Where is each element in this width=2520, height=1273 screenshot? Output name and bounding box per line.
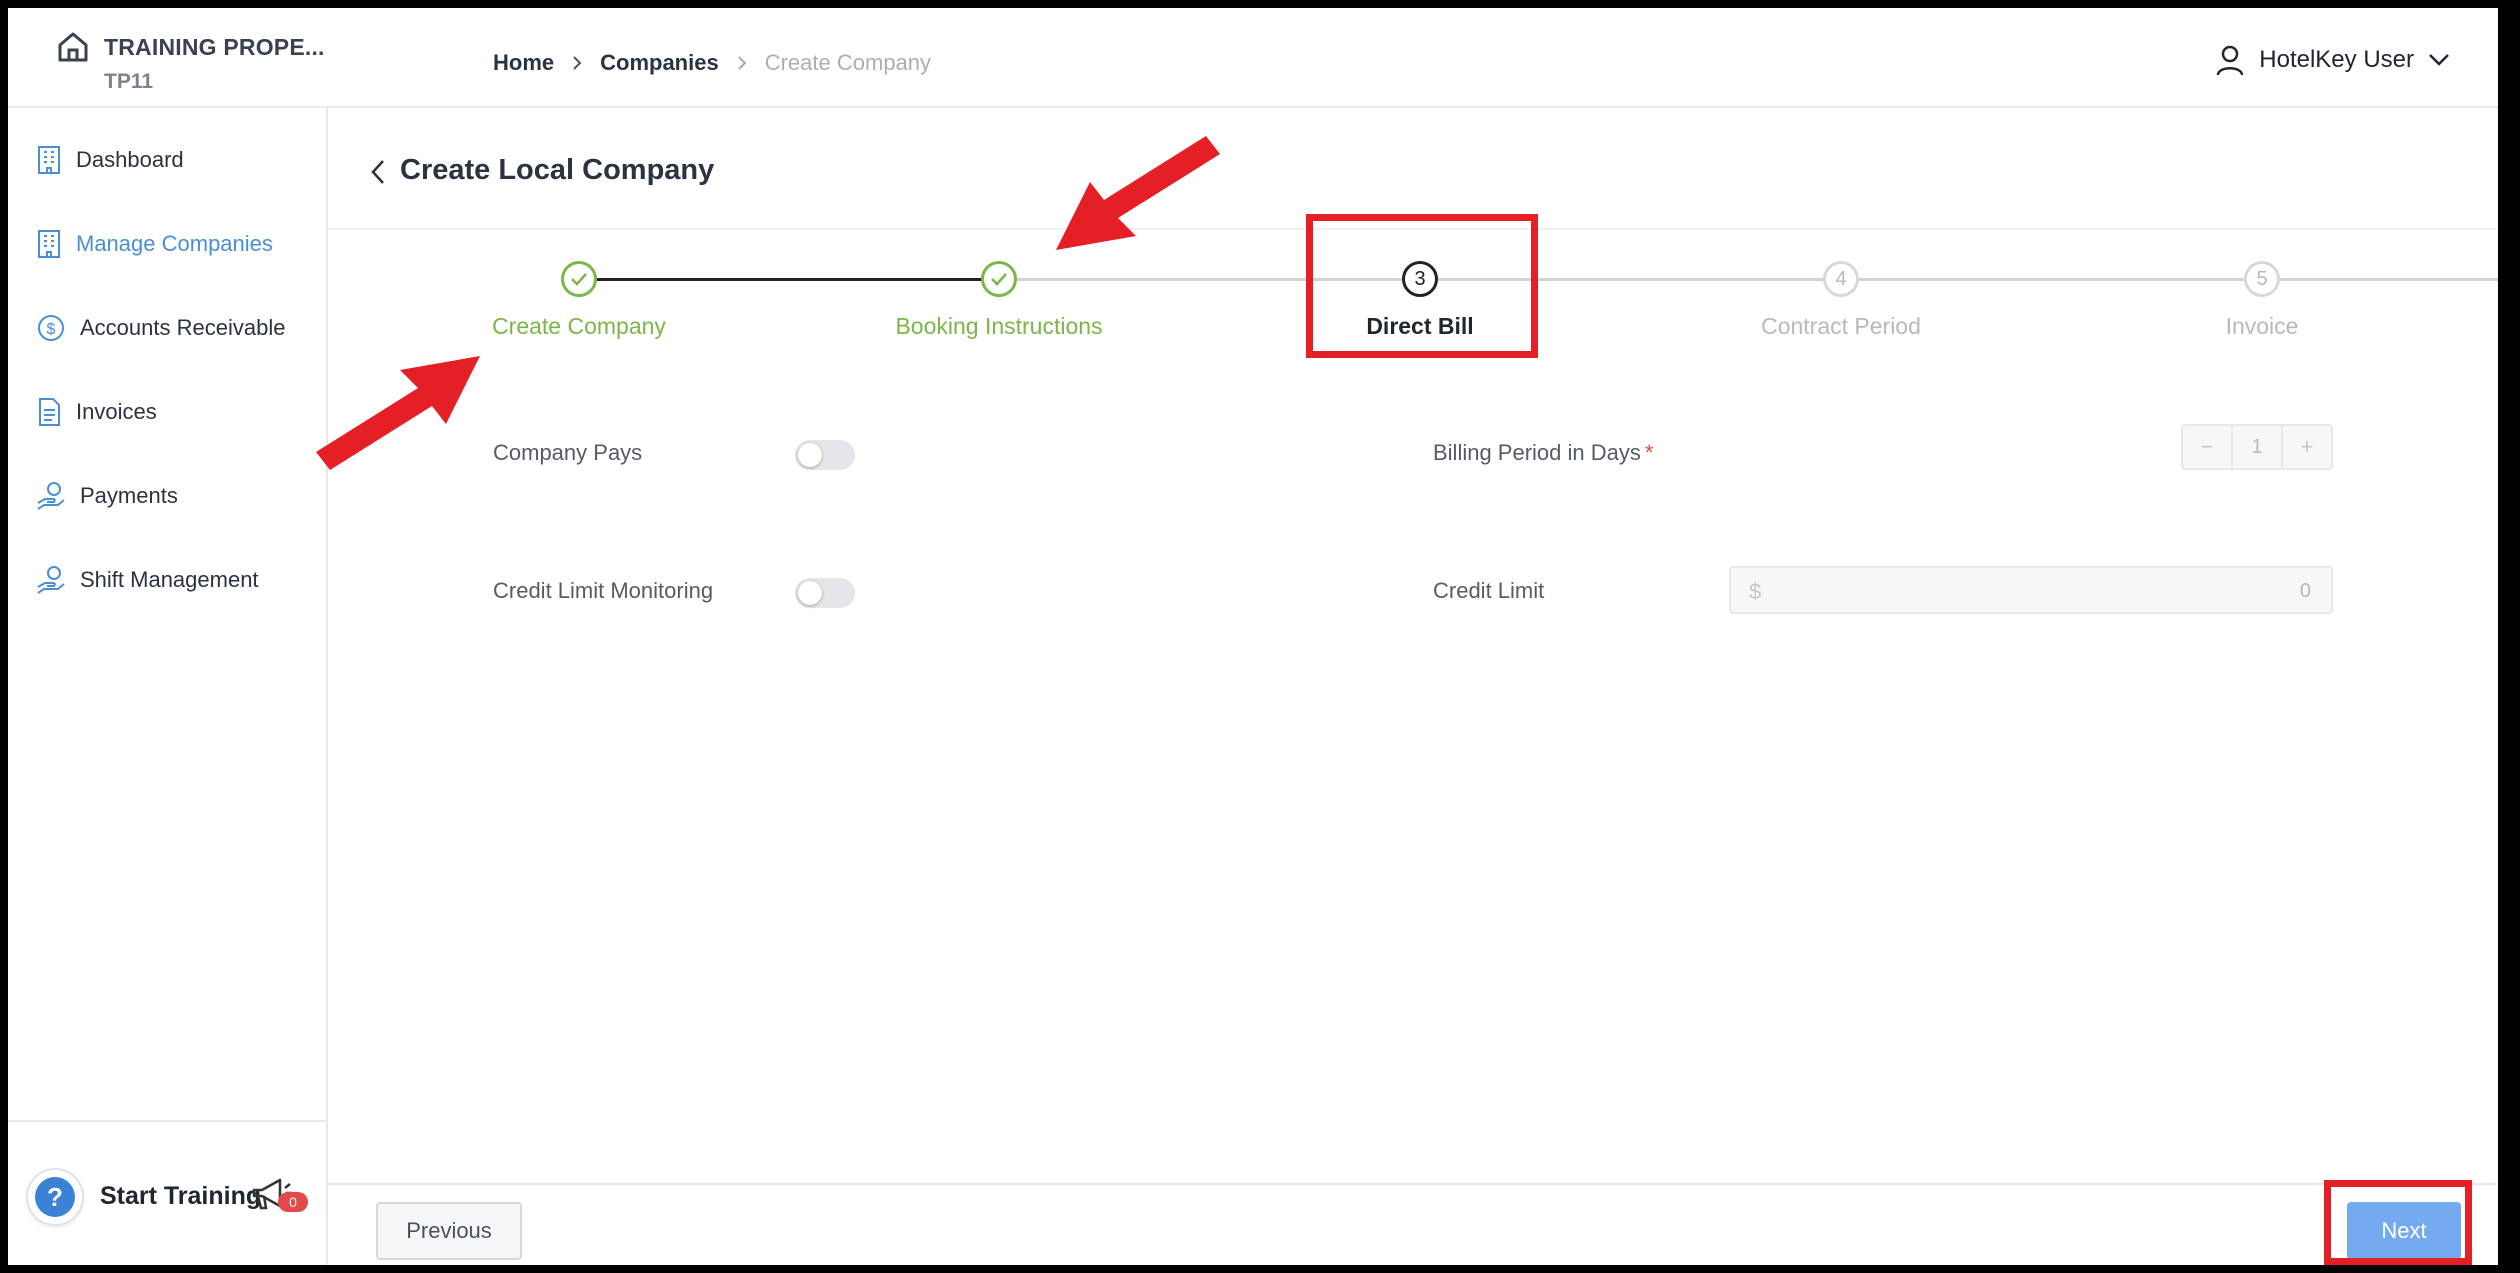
hand-coin-icon	[37, 566, 65, 594]
step-invoice[interactable]: 5 Invoice	[2112, 248, 2412, 340]
direct-bill-highlight-box	[1306, 214, 1538, 358]
credit-limit-input[interactable]: $ 0	[1729, 566, 2333, 614]
hand-coin-icon	[37, 482, 65, 510]
company-pays-toggle[interactable]	[795, 440, 855, 470]
step-number: 5	[2244, 261, 2280, 297]
page-title: Create Local Company	[400, 154, 715, 186]
sidebar-item-label: Shift Management	[80, 567, 259, 592]
credit-limit-value: 0	[2299, 580, 2311, 602]
chevron-down-icon	[2429, 54, 2449, 66]
credit-limit-monitoring-label: Credit Limit Monitoring	[493, 578, 714, 603]
required-marker: *	[1644, 440, 1654, 465]
chevron-right-icon	[573, 56, 582, 70]
billing-period-label: Billing Period in Days *	[1433, 440, 1653, 466]
svg-text:$: $	[47, 321, 56, 338]
toggle-knob	[798, 581, 822, 605]
question-icon: ?	[35, 1177, 75, 1217]
property-code: TP11	[104, 70, 154, 93]
increment-button[interactable]: +	[2283, 426, 2331, 468]
breadcrumb: Home Companies Create Company	[493, 50, 931, 76]
step-label: Booking Instructions	[895, 313, 1103, 339]
company-pays-label: Company Pays	[493, 440, 643, 465]
action-bar: Previous Next	[328, 1183, 2498, 1265]
building-icon	[38, 230, 60, 258]
home-icon	[58, 32, 88, 62]
sidebar-item-label: Payments	[80, 483, 178, 508]
notification-badge: 0	[278, 1192, 308, 1212]
step-label: Contract Period	[1761, 313, 1921, 339]
user-name: HotelKey User	[2259, 46, 2414, 73]
user-icon	[2217, 45, 2244, 76]
top-header: TRAINING PROPE... TP11 Home Companies Cr…	[8, 8, 2498, 108]
step-contract-period[interactable]: 4 Contract Period	[1691, 248, 1991, 340]
billing-period-value[interactable]: 1	[2231, 426, 2283, 468]
decrement-button[interactable]: −	[2183, 426, 2231, 468]
previous-button[interactable]: Previous	[376, 1202, 522, 1260]
currency-symbol: $	[1749, 579, 1762, 604]
sidebar-item-manage-companies[interactable]: Manage Companies	[36, 224, 273, 264]
dollar-circle-icon: $	[38, 315, 64, 341]
billing-period-stepper[interactable]: − 1 +	[2181, 424, 2333, 470]
breadcrumb-current: Create Company	[764, 50, 932, 75]
sidebar-item-dashboard[interactable]: Dashboard	[36, 140, 184, 180]
sidebar-item-label: Accounts Receivable	[80, 315, 286, 340]
property-name: TRAINING PROPE...	[104, 34, 325, 60]
step-create-company[interactable]: Create Company	[429, 248, 729, 340]
billing-period-label-text: Billing Period in Days	[1433, 440, 1641, 465]
toggle-knob	[798, 443, 822, 467]
sidebar-item-payments[interactable]: Payments	[36, 476, 178, 516]
credit-limit-monitoring-toggle[interactable]	[795, 578, 855, 608]
sidebar-item-label: Manage Companies	[76, 231, 273, 256]
page-header: Create Local Company	[328, 108, 2498, 230]
building-icon	[38, 146, 60, 174]
arrow-annotation-icon	[1056, 136, 1220, 250]
user-menu[interactable]: HotelKey User	[2215, 44, 2450, 76]
breadcrumb-home[interactable]: Home	[493, 50, 554, 76]
start-training-button[interactable]: Start Training	[100, 1182, 261, 1211]
sidebar-item-label: Dashboard	[76, 147, 184, 172]
check-icon	[561, 261, 597, 297]
back-chevron-icon[interactable]	[368, 158, 388, 186]
help-button[interactable]: ?	[26, 1168, 84, 1226]
next-button-highlight-box	[2324, 1180, 2472, 1265]
document-icon	[39, 398, 60, 426]
step-label: Invoice	[2225, 313, 2299, 339]
sidebar-item-label: Invoices	[76, 399, 157, 424]
sidebar-item-accounts-receivable[interactable]: $ Accounts Receivable	[36, 308, 285, 348]
breadcrumb-companies[interactable]: Companies	[600, 50, 719, 76]
step-booking-instructions[interactable]: Booking Instructions	[849, 248, 1149, 340]
chevron-right-icon	[738, 56, 747, 70]
check-icon	[981, 261, 1017, 297]
sidebar: Dashboard Manage Companies $ Accounts Re…	[8, 108, 328, 1265]
credit-limit-label: Credit Limit	[1433, 578, 1545, 603]
sidebar-item-invoices[interactable]: Invoices	[36, 392, 157, 432]
step-label: Create Company	[492, 313, 666, 339]
sidebar-item-shift-management[interactable]: Shift Management	[36, 560, 259, 600]
sidebar-footer: ? Start Training 0	[8, 1120, 326, 1265]
app-window: TRAINING PROPE... TP11 Home Companies Cr…	[8, 8, 2498, 1265]
arrow-annotation-icon	[316, 356, 480, 470]
step-number: 4	[1823, 261, 1859, 297]
